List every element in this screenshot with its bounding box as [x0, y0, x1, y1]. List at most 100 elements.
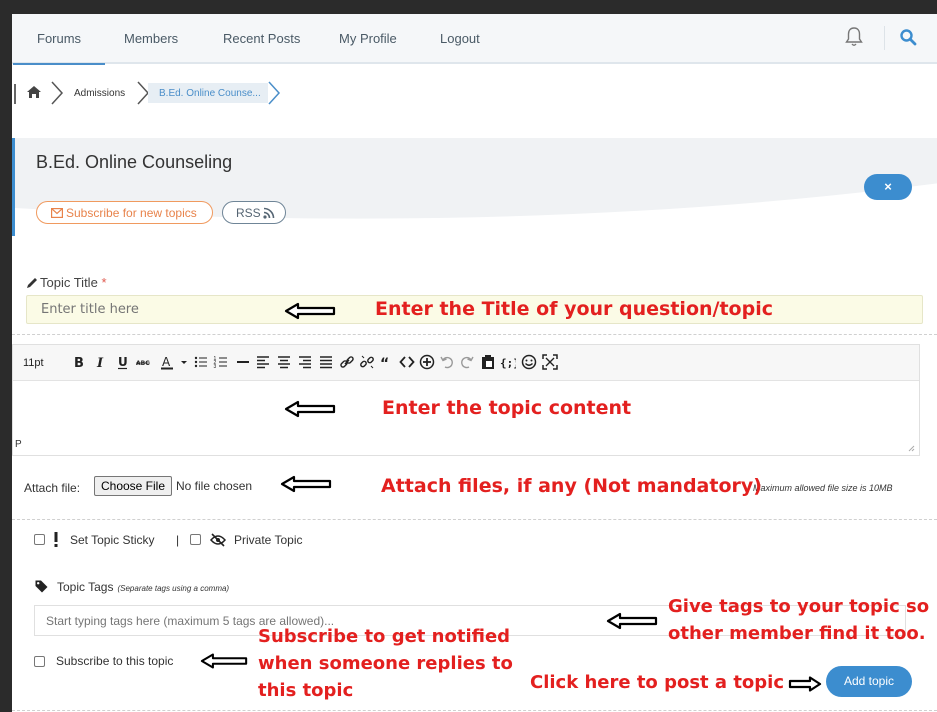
nav-divider: [884, 26, 885, 50]
nav-logout[interactable]: Logout: [440, 31, 480, 46]
svg-text:I: I: [96, 356, 104, 370]
annotation-post: Click here to post a topic: [530, 672, 785, 693]
unlink-icon[interactable]: [359, 354, 375, 370]
insert-plus-icon[interactable]: [419, 354, 435, 370]
forum-title: B.Ed. Online Counseling: [36, 152, 233, 172]
svg-text:U: U: [118, 355, 128, 369]
option-separator: |: [176, 533, 180, 547]
topic-title-label: Topic Title *: [26, 275, 107, 290]
topic-tags-label: Topic Tags (Separate tags using a comma): [57, 580, 229, 594]
align-center-icon[interactable]: [276, 354, 292, 370]
svg-text:{;}: {;}: [500, 357, 516, 370]
link-icon[interactable]: [339, 354, 355, 370]
paste-icon[interactable]: [480, 354, 496, 370]
annotation-arrow-left-icon: [284, 400, 336, 418]
redo-icon[interactable]: [459, 354, 475, 370]
emoticon-icon[interactable]: [521, 354, 537, 370]
annotation-arrow-right-icon: [788, 676, 822, 692]
private-label: Private Topic: [234, 533, 303, 547]
attach-file-label: Attach file:: [24, 481, 81, 495]
code-icon[interactable]: [399, 354, 415, 370]
horizontal-rule-icon[interactable]: [235, 354, 251, 370]
font-size-select[interactable]: 11pt: [23, 357, 44, 369]
topic-tags-hint: (Separate tags using a comma): [117, 584, 230, 593]
resize-grip-icon[interactable]: [907, 444, 915, 452]
topic-options: Set Topic Sticky | Private Topic: [34, 532, 434, 552]
chevron-right-icon: [51, 81, 64, 105]
nav-my-profile[interactable]: My Profile: [339, 31, 397, 46]
top-navigation: Forums Members Recent Posts My Profile L…: [12, 14, 937, 65]
annotation-arrow-left-icon: [606, 612, 658, 630]
annotation-subscribe-line1: Subscribe to get notified: [258, 626, 511, 647]
chevron-right-icon: [268, 81, 281, 105]
subscribe-topic-checkbox[interactable]: [34, 656, 45, 667]
annotation-content: Enter the topic content: [382, 397, 632, 419]
strikethrough-icon[interactable]: ABC: [135, 354, 151, 370]
svg-text:B: B: [74, 356, 84, 370]
bell-icon[interactable]: [844, 26, 864, 48]
svg-text:3: 3: [214, 364, 217, 370]
rss-label: RSS: [236, 206, 261, 220]
forum-header: B.Ed. Online Counseling Subscribe for ne…: [12, 138, 937, 236]
italic-icon[interactable]: I: [93, 354, 109, 370]
max-file-size-note: Maximum allowed file size is 10MB: [753, 483, 893, 493]
nav-members[interactable]: Members: [124, 31, 178, 46]
numbered-list-icon[interactable]: 123: [213, 354, 229, 370]
tag-icon: [35, 580, 48, 593]
annotation-arrow-left-icon: [284, 302, 336, 320]
annotation-title: Enter the Title of your question/topic: [375, 298, 773, 320]
eye-slash-icon: [210, 533, 226, 547]
fullscreen-icon[interactable]: [542, 354, 558, 370]
home-icon[interactable]: [26, 84, 42, 100]
breadcrumb-current[interactable]: B.Ed. Online Counse...: [148, 83, 268, 103]
nav-recent-posts[interactable]: Recent Posts: [223, 31, 300, 46]
undo-icon[interactable]: [439, 354, 455, 370]
divider: [12, 710, 937, 711]
align-justify-icon[interactable]: [318, 354, 334, 370]
topic-title-text: Topic Title: [40, 275, 98, 290]
search-icon[interactable]: [899, 28, 917, 46]
breadcrumb-admissions[interactable]: Admissions: [74, 88, 125, 99]
rss-button[interactable]: RSS: [222, 201, 286, 224]
svg-text:A: A: [162, 355, 171, 369]
font-color-icon[interactable]: A: [159, 354, 175, 370]
subscribe-new-topics-label: Subscribe for new topics: [66, 206, 197, 220]
underline-icon[interactable]: U: [115, 354, 131, 370]
svg-text:“: “: [380, 356, 389, 370]
nav-forums[interactable]: Forums: [12, 31, 106, 65]
editor-toolbar: 11pt B I U ABC A 123 “ {;}: [13, 345, 919, 381]
choose-file-button[interactable]: Choose File: [94, 476, 172, 496]
annotation-tags-line1: Give tags to your topic so: [668, 596, 930, 617]
annotation-arrow-left-icon: [280, 475, 332, 493]
source-code-icon[interactable]: {;}: [500, 354, 516, 370]
close-button[interactable]: ×: [864, 174, 912, 200]
divider: [12, 519, 937, 520]
breadcrumb-bar: [14, 84, 16, 104]
align-left-icon[interactable]: [255, 354, 271, 370]
required-mark: *: [101, 275, 107, 290]
annotation-tags-line2: other member find it too.: [668, 623, 926, 644]
bold-icon[interactable]: B: [71, 354, 87, 370]
caret-down-icon[interactable]: [176, 354, 192, 370]
bullet-list-icon[interactable]: [193, 354, 209, 370]
subscribe-new-topics-button[interactable]: Subscribe for new topics: [36, 201, 213, 224]
topic-tags-text: Topic Tags: [57, 580, 114, 594]
rss-icon: [263, 207, 275, 219]
new-topic-page: Forums Members Recent Posts My Profile L…: [12, 14, 937, 712]
add-topic-button[interactable]: Add topic: [826, 666, 912, 697]
private-checkbox[interactable]: [190, 534, 201, 545]
exclamation-icon: [54, 532, 58, 547]
annotation-arrow-left-icon: [200, 653, 248, 669]
align-right-icon[interactable]: [297, 354, 313, 370]
breadcrumb: Admissions B.Ed. Online Counse...: [12, 78, 412, 108]
no-file-text: No file chosen: [176, 479, 253, 493]
editor-path-indicator: P: [15, 439, 22, 450]
annotation-subscribe-line3: this topic: [258, 680, 354, 701]
subscribe-topic-label: Subscribe to this topic: [56, 654, 174, 668]
sticky-label: Set Topic Sticky: [70, 533, 155, 547]
annotation-attach: Attach files, if any (Not mandatory): [381, 475, 762, 497]
svg-text:ABC: ABC: [136, 360, 150, 367]
blockquote-icon[interactable]: “: [379, 354, 395, 370]
envelope-icon: [51, 208, 63, 218]
sticky-checkbox[interactable]: [34, 534, 45, 545]
